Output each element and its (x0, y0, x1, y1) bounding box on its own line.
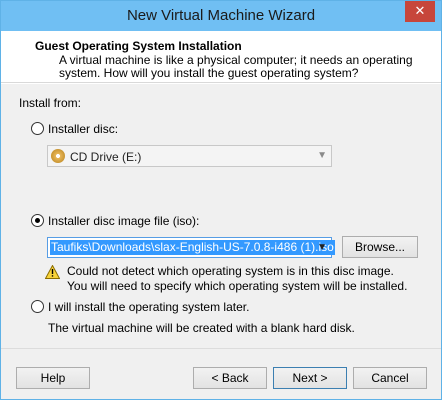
cd-drive-icon (51, 149, 65, 163)
help-button[interactable]: Help (16, 367, 90, 389)
wizard-header: Guest Operating System Installation A vi… (1, 31, 441, 83)
browse-button[interactable]: Browse... (342, 236, 418, 258)
close-button[interactable]: ✕ (405, 1, 435, 22)
cd-drive-select: CD Drive (E:) ▼ (47, 145, 332, 167)
cd-drive-value: CD Drive (E:) (70, 150, 142, 164)
installer-disc-label[interactable]: Installer disc: (48, 122, 118, 136)
chevron-down-icon: ▼ (317, 150, 327, 161)
wizard-window: New Virtual Machine Wizard ✕ Guest Opera… (0, 0, 442, 400)
iso-radio[interactable] (31, 214, 44, 227)
next-button[interactable]: Next > (273, 367, 347, 389)
cancel-button[interactable]: Cancel (353, 367, 427, 389)
warning-line-2: You will need to specify which operating… (67, 279, 408, 293)
window-title: New Virtual Machine Wizard (126, 7, 316, 24)
iso-label[interactable]: Installer disc image file (iso): (48, 214, 199, 228)
header-description: A virtual machine is like a physical com… (59, 53, 413, 80)
close-icon: ✕ (414, 3, 426, 18)
warning-icon (45, 265, 60, 279)
warning-line-1: Could not detect which operating system … (67, 264, 394, 278)
iso-path-input[interactable]: Taufiks\Downloads\slax-English-US-7.0.8-… (47, 237, 335, 258)
iso-path-value: Taufiks\Downloads\slax-English-US-7.0.8-… (50, 240, 335, 255)
install-from-label: Install from: (19, 96, 82, 110)
back-button[interactable]: < Back (193, 367, 267, 389)
header-title: Guest Operating System Installation (35, 39, 242, 53)
install-later-label[interactable]: I will install the operating system late… (48, 300, 249, 314)
install-later-note: The virtual machine will be created with… (48, 321, 355, 335)
chevron-down-icon[interactable]: ▼ (317, 242, 327, 253)
installer-disc-radio[interactable] (31, 122, 44, 135)
title-bar[interactable]: New Virtual Machine Wizard ✕ (1, 1, 441, 31)
install-later-radio[interactable] (31, 300, 44, 313)
